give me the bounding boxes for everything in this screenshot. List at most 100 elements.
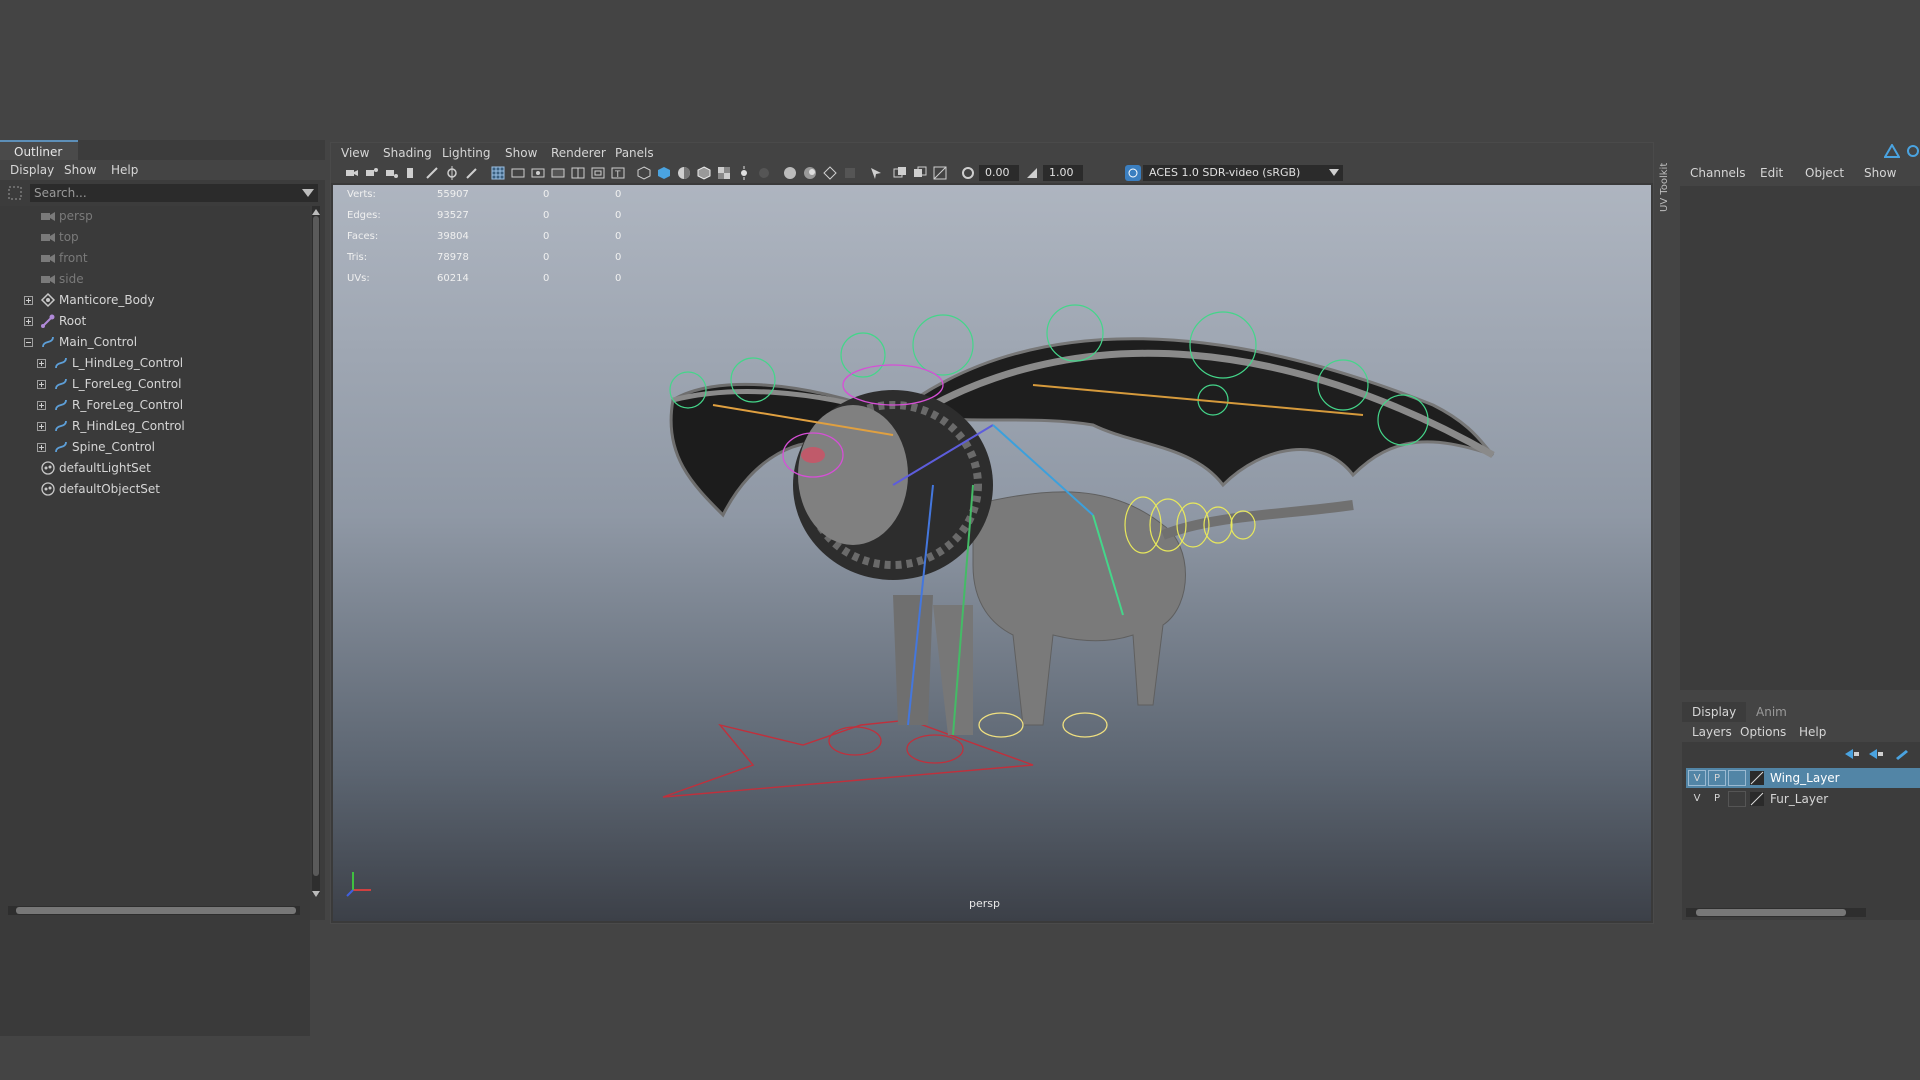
menu-channels[interactable]: Channels (1690, 166, 1746, 180)
expand-icon[interactable] (37, 401, 46, 410)
expand-icon[interactable] (24, 296, 33, 305)
outliner-vertical-scrollbar[interactable] (312, 206, 320, 894)
filter-icon[interactable] (8, 186, 22, 200)
exposure-field[interactable]: 0.00 (979, 165, 1019, 181)
layer-row-fur-layer[interactable]: V P Fur_Layer (1686, 789, 1920, 809)
uv-toolkit-tab[interactable]: UV Toolkit (1655, 140, 1675, 920)
depth-of-field-icon[interactable] (843, 166, 857, 180)
xray-joints-icon[interactable] (913, 166, 927, 180)
menu-help[interactable]: Help (111, 163, 138, 177)
menu-view[interactable]: View (341, 146, 369, 160)
color-management-icon[interactable] (1125, 165, 1141, 181)
backface-culling-icon[interactable] (933, 166, 947, 180)
image-plane-icon[interactable] (405, 166, 419, 180)
menu-layers[interactable]: Layers (1692, 725, 1732, 739)
scrollbar-thumb[interactable] (16, 907, 296, 914)
scrollbar-thumb[interactable] (313, 216, 319, 876)
menu-renderer[interactable]: Renderer (551, 146, 606, 160)
tree-item-r-hindleg-control[interactable]: R_HindLeg_Control (0, 416, 300, 436)
tree-item-top[interactable]: top (0, 227, 300, 247)
outliner-tab[interactable]: Outliner (0, 140, 78, 160)
move-layer-down-icon[interactable] (1868, 748, 1884, 760)
expand-icon[interactable] (37, 443, 46, 452)
visibility-toggle[interactable]: V (1688, 770, 1706, 786)
tree-item-persp[interactable]: persp (0, 206, 300, 226)
channel-box-icon[interactable] (1884, 144, 1900, 158)
layer-color-swatch-icon[interactable] (1750, 792, 1764, 806)
layer-row-wing-layer[interactable]: V P Wing_Layer (1686, 768, 1920, 788)
menu-help[interactable]: Help (1799, 725, 1826, 739)
multisample-aa-icon[interactable] (823, 166, 837, 180)
layer-horizontal-scrollbar[interactable] (1686, 908, 1866, 917)
bookmark-camera-icon[interactable] (385, 166, 399, 180)
brush-icon[interactable] (465, 166, 479, 180)
tree-item-side[interactable]: side (0, 269, 300, 289)
menu-show[interactable]: Show (64, 163, 96, 177)
outliner-search-input[interactable]: Search... (30, 184, 318, 202)
film-gate-icon[interactable] (511, 166, 525, 180)
tree-item-main-control[interactable]: Main_Control (0, 332, 300, 352)
gamma-icon[interactable] (1025, 166, 1039, 180)
tree-item-default-object-set[interactable]: defaultObjectSet (0, 479, 300, 499)
menu-lighting[interactable]: Lighting (442, 146, 491, 160)
gate-mask-icon[interactable] (551, 166, 565, 180)
layer-color-swatch-icon[interactable] (1750, 771, 1764, 785)
expand-icon[interactable] (37, 359, 46, 368)
menu-show[interactable]: Show (1864, 166, 1896, 180)
3d-viewport-scene[interactable]: Verts: 55907 0 0 Edges: 93527 0 0 Faces:… (333, 185, 1651, 921)
attribute-editor-icon[interactable] (1906, 144, 1920, 158)
safe-action-icon[interactable] (591, 166, 605, 180)
wireframe-icon[interactable] (637, 166, 651, 180)
tree-item-spine-control[interactable]: Spine_Control (0, 437, 300, 457)
expand-icon[interactable] (37, 380, 46, 389)
expand-icon[interactable] (37, 422, 46, 431)
menu-edit[interactable]: Edit (1760, 166, 1783, 180)
safe-title-icon[interactable]: T (611, 166, 625, 180)
menu-options[interactable]: Options (1740, 725, 1786, 739)
camera-select-icon[interactable] (345, 166, 359, 180)
isolate-select-icon[interactable] (869, 166, 883, 180)
expand-icon[interactable] (24, 317, 33, 326)
scroll-down-icon[interactable] (312, 890, 320, 898)
tree-item-default-light-set[interactable]: defaultLightSet (0, 458, 300, 478)
scrollbar-thumb[interactable] (1696, 909, 1846, 916)
visibility-toggle[interactable]: V (1688, 791, 1706, 807)
tree-item-root[interactable]: Root (0, 311, 300, 331)
smooth-shade-icon[interactable] (657, 166, 671, 180)
tree-item-front[interactable]: front (0, 248, 300, 268)
chevron-down-icon[interactable] (302, 189, 314, 197)
tree-item-l-foreleg-control[interactable]: L_ForeLeg_Control (0, 374, 300, 394)
playback-toggle[interactable]: P (1708, 770, 1726, 786)
menu-panels[interactable]: Panels (615, 146, 654, 160)
2d-pan-zoom-icon[interactable] (445, 166, 459, 180)
tree-item-manticore-body[interactable]: Manticore_Body (0, 290, 300, 310)
menu-object[interactable]: Object (1805, 166, 1844, 180)
display-type-toggle[interactable] (1728, 770, 1746, 786)
create-layer-icon[interactable] (1894, 748, 1910, 760)
grease-pencil-icon[interactable] (425, 166, 439, 180)
wireframe-on-shaded-icon[interactable] (697, 166, 711, 180)
outliner-horizontal-scrollbar[interactable] (8, 906, 300, 915)
menu-show[interactable]: Show (505, 146, 537, 160)
tree-item-r-foreleg-control[interactable]: R_ForeLeg_Control (0, 395, 300, 415)
display-type-toggle[interactable] (1728, 791, 1746, 807)
exposure-icon[interactable] (961, 166, 975, 180)
shadows-icon[interactable] (757, 166, 771, 180)
scroll-up-icon[interactable] (312, 208, 320, 216)
gamma-field[interactable]: 1.00 (1043, 165, 1083, 181)
menu-shading[interactable]: Shading (383, 146, 432, 160)
playback-toggle[interactable]: P (1708, 791, 1726, 807)
tab-anim[interactable]: Anim (1746, 702, 1806, 722)
tab-display[interactable]: Display (1682, 702, 1746, 722)
color-space-dropdown[interactable]: ACES 1.0 SDR-video (sRGB) (1143, 165, 1343, 181)
manticore-rig-model[interactable] (333, 185, 1651, 921)
menu-display[interactable]: Display (10, 163, 54, 177)
camera-attributes-icon[interactable] (365, 166, 379, 180)
motion-blur-icon[interactable] (803, 166, 817, 180)
grid-icon[interactable] (491, 166, 505, 180)
resolution-gate-icon[interactable] (531, 166, 545, 180)
screen-space-ao-icon[interactable] (783, 166, 797, 180)
field-chart-icon[interactable] (571, 166, 585, 180)
default-material-icon[interactable] (677, 166, 691, 180)
collapse-icon[interactable] (24, 338, 33, 347)
